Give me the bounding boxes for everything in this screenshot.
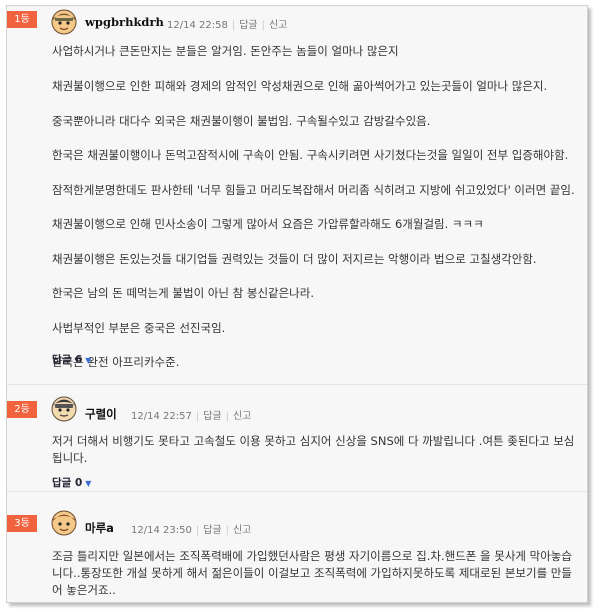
comment-paragraph: 한국은 채권불이행이나 돈먹고잠적시에 구속이 안됨. 구속시키려면 사기쳤다는… [52, 148, 569, 162]
comment-item: 3등 마루a 12/14 23:50 | 답글 | 신고 조금 틀리지만 일본에서는 조… [7, 492, 587, 602]
comment-paragraph: 잠적한게분명한데도 판사한테 '너무 힘들고 머리도복잡해서 머리좀 식히려고 … [52, 183, 575, 197]
rank-badge: 1등 [7, 11, 37, 28]
avatar-icon [51, 396, 77, 422]
comment-meta: 12/14 23:50 | 답글 | 신고 [131, 525, 252, 536]
timestamp: 12/14 22:58 [167, 20, 228, 31]
username[interactable]: wpgbrhkdrh [85, 15, 164, 29]
comment-paragraph: 채권불이행으로 인한 피해와 경제의 암적인 악성채권으로 인해 곪아썩어가고 … [52, 79, 548, 93]
chevron-down-icon: ▼ [85, 479, 92, 488]
comment-paragraph: 한국은 남의 돈 떼먹는게 불법이 아닌 참 봉신같은나라. [52, 286, 315, 300]
avatar-icon [51, 510, 77, 536]
report-link[interactable]: 신고 [269, 20, 287, 31]
chevron-down-icon: ▼ [85, 356, 92, 365]
username[interactable]: 마루a [85, 520, 114, 536]
replies-toggle[interactable]: 답글 6 ▼ [52, 352, 91, 367]
comment-paragraph: 사법부적인 부분은 중국은 선진국임. [52, 321, 226, 335]
reply-count-label: 답글 0 [52, 477, 83, 489]
comment-paragraph: 채권불이행으로 인해 민사소송이 그렇게 많아서 요즘은 가압류할라해도 6개월… [52, 217, 484, 231]
reply-link[interactable]: 답글 [203, 525, 221, 536]
comment-paragraph: 중국뿐아니라 대다수 외국은 채권불이행이 불법임. 구속될수있고 감방갈수있음… [52, 114, 431, 128]
comment-body: 조금 틀리지만 일본에서는 조직폭력배에 가입했던사람은 평생 자기이름으로 집… [52, 548, 579, 599]
replies-toggle[interactable]: 답글 0 ▼ [52, 475, 91, 490]
comment-meta: 12/14 22:58 | 답글 | 신고 [167, 20, 288, 31]
rank-badge: 2등 [7, 401, 37, 418]
comment-paragraph: 저거 더해서 비행기도 못타고 고속철도 이용 못하고 심지어 신상을 SNS에… [52, 434, 575, 465]
comment-meta: 12/14 22:57 | 답글 | 신고 [131, 411, 252, 422]
reply-link[interactable]: 답글 [203, 411, 221, 422]
comment-paragraph: 조금 틀리지만 일본에서는 조직폭력배에 가입했던사람은 평생 자기이름으로 집… [52, 549, 572, 597]
avatar-icon [51, 9, 77, 35]
reply-count-label: 답글 6 [52, 354, 83, 366]
comment-item: 1등 wpgbrhkdrh 12/14 22:58 | 답글 | 신고 사업하시거나 큰… [7, 6, 587, 386]
comment-body: 저거 더해서 비행기도 못타고 고속철도 이용 못하고 심지어 신상을 SNS에… [52, 433, 579, 467]
comment-paragraph: 채권불이행은 돈있는것들 대기업들 권력있는 것들이 더 많이 저지르는 악행이… [52, 252, 537, 266]
report-link[interactable]: 신고 [233, 411, 251, 422]
reply-link[interactable]: 답글 [239, 20, 257, 31]
comment-paragraph: 사업하시거나 큰돈만지는 분들은 알거임. 돈안주는 놈들이 얼마나 많은지 [52, 44, 399, 58]
comment-item: 2등 구렬이 12/14 22:57 | 답글 | 신고 저거 더해서 비행기도 못타고… [7, 385, 587, 490]
timestamp: 12/14 22:57 [131, 411, 192, 422]
rank-badge: 3등 [7, 515, 37, 532]
timestamp: 12/14 23:50 [131, 525, 192, 536]
report-link[interactable]: 신고 [233, 525, 251, 536]
comment-list: 1등 wpgbrhkdrh 12/14 22:58 | 답글 | 신고 사업하시거나 큰… [6, 5, 588, 603]
username[interactable]: 구렬이 [85, 406, 117, 422]
